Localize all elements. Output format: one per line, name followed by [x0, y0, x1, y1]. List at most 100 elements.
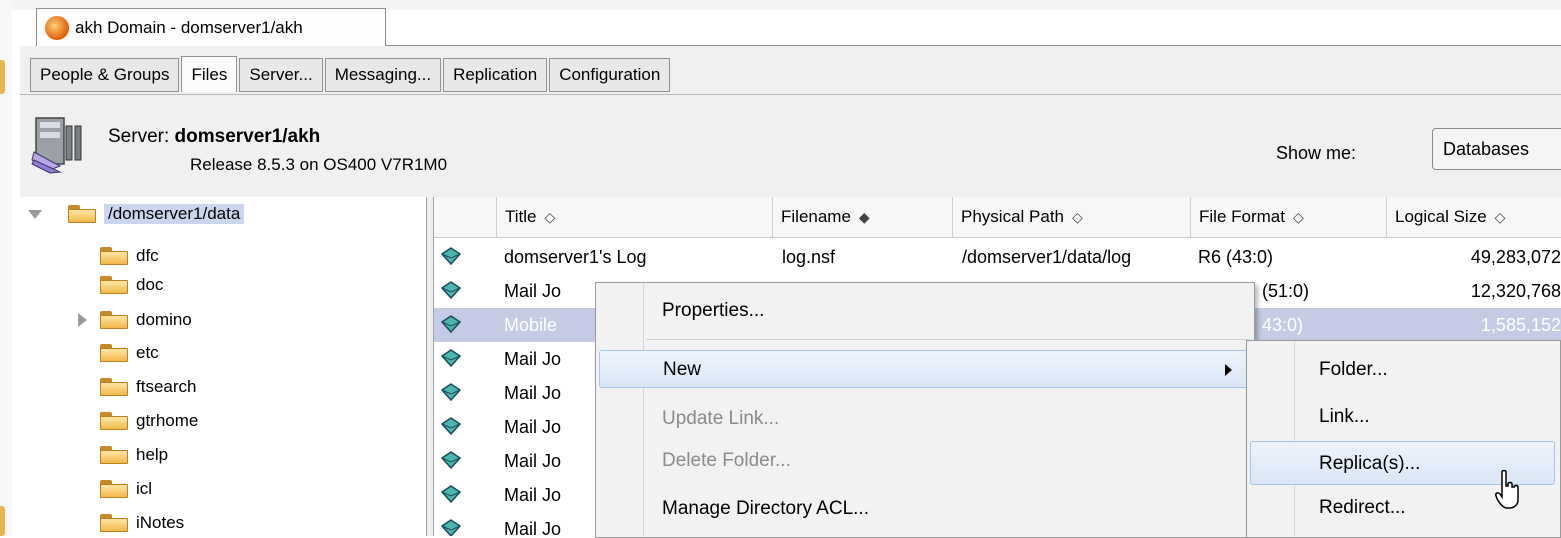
cell-title: Mail Jo	[504, 348, 562, 369]
tree-item[interactable]: etc	[100, 338, 159, 368]
database-icon	[440, 315, 462, 334]
menu-item-label: New	[663, 359, 702, 380]
tab-people-groups[interactable]: People & Groups	[30, 58, 180, 92]
folder-icon	[100, 480, 128, 498]
cell-size: 1,585,152	[1480, 314, 1561, 335]
folder-icon	[100, 514, 128, 532]
tree-item[interactable]: ftsearch	[100, 372, 196, 402]
menu-item-label: Folder...	[1319, 359, 1388, 380]
column-header-path[interactable]: Physical Path ◇	[952, 197, 1190, 237]
tree-item-label: dfc	[136, 246, 159, 265]
tree-item[interactable]: icl	[100, 474, 152, 504]
cell-format: 43:0)	[1262, 314, 1304, 335]
tree-root-label: /domserver1/data	[104, 204, 245, 224]
tab-label: Files	[191, 64, 228, 84]
edge-tab-marker	[0, 60, 5, 94]
database-icon	[440, 349, 462, 368]
window-tab[interactable]: akh Domain - domserver1/akh	[36, 8, 386, 46]
sort-icon: ◇	[544, 208, 556, 225]
tree-item[interactable]: gtrhome	[100, 406, 198, 436]
tab-replication[interactable]: Replication	[443, 58, 548, 92]
cell-format: (51:0)	[1262, 280, 1310, 301]
cell-title: Mail Jo	[504, 450, 562, 471]
tab-server[interactable]: Server...	[239, 58, 323, 92]
cell-title: Mobile	[504, 314, 558, 335]
cell-title: Mail Jo	[504, 416, 562, 437]
sort-icon: ◇	[1072, 208, 1083, 225]
tab-label: People & Groups	[40, 65, 170, 84]
domino-logo-icon	[45, 15, 69, 40]
pane-splitter[interactable]	[426, 197, 434, 536]
submenu-item-link[interactable]: Link...	[1247, 395, 1558, 439]
sort-icon: ◆	[858, 208, 870, 225]
server-prefix: Server:	[108, 126, 175, 147]
cell-format: R6 (43:0)	[1198, 246, 1274, 267]
menu-separator	[646, 339, 1249, 340]
database-icon	[440, 485, 462, 504]
menu-item-label: Delete Folder...	[662, 450, 791, 471]
column-label: Logical Size	[1395, 207, 1487, 226]
tab-messaging[interactable]: Messaging...	[324, 58, 442, 92]
database-icon	[440, 383, 462, 402]
tab-configuration[interactable]: Configuration	[549, 58, 671, 92]
database-icon	[440, 281, 462, 300]
column-header-format[interactable]: File Format ◇	[1190, 197, 1386, 237]
folder-icon	[100, 378, 128, 396]
menu-item-new[interactable]: New	[599, 350, 1249, 388]
tree-item[interactable]: doc	[100, 270, 163, 300]
server-name-bold: domserver1/akh	[174, 126, 321, 147]
main-tabs: People & Groups Files Server... Messagin…	[30, 56, 672, 92]
expand-arrow-icon[interactable]	[28, 210, 42, 219]
menu-item-label: Link...	[1319, 406, 1370, 427]
column-header-filename[interactable]: Filename ◆	[772, 197, 952, 237]
tree-item[interactable]: help	[100, 440, 168, 470]
menu-item-label: Replica(s)...	[1319, 453, 1421, 474]
column-label: File Format	[1199, 207, 1285, 226]
tab-files[interactable]: Files	[181, 56, 238, 92]
menu-item-manage-acl[interactable]: Manage Directory ACL...	[596, 490, 1252, 528]
cell-title: Mail Jo	[504, 484, 562, 505]
database-icon	[440, 417, 462, 436]
menu-item-label: Manage Directory ACL...	[662, 498, 869, 519]
menu-item-label: Properties...	[662, 300, 765, 321]
tree-item-label: iNotes	[136, 513, 185, 532]
menu-item-label: Update Link...	[662, 408, 780, 429]
tab-label: Replication	[453, 65, 538, 84]
tree-item-label: domino	[136, 310, 192, 329]
menu-item-update-link: Update Link...	[596, 400, 1252, 438]
show-me-value: Databases	[1443, 138, 1530, 159]
column-header-size[interactable]: Logical Size ◇	[1386, 197, 1561, 237]
tree-item[interactable]: iNotes	[100, 508, 184, 538]
menu-item-properties[interactable]: Properties...	[596, 292, 1252, 330]
tree-item-label: ftsearch	[136, 377, 197, 396]
sort-icon: ◇	[1292, 208, 1304, 225]
tree-root[interactable]: /domserver1/data	[24, 199, 245, 229]
folder-icon	[100, 446, 128, 464]
cell-size: 49,283,072	[1470, 246, 1561, 267]
tree-item[interactable]: domino	[100, 305, 192, 335]
submenu-item-folder[interactable]: Folder...	[1247, 348, 1558, 392]
table-row[interactable]: domserver1's Log log.nsf /domserver1/dat…	[434, 240, 1561, 274]
show-me-label: Show me:	[1276, 143, 1357, 163]
expand-arrow-icon[interactable]	[78, 313, 87, 327]
tree-item-label: icl	[136, 479, 153, 498]
column-header-title[interactable]: Title ◇	[496, 197, 772, 237]
tab-label: Server...	[249, 65, 313, 84]
database-icon	[440, 519, 462, 536]
menu-item-delete-folder: Delete Folder...	[596, 442, 1252, 480]
server-icon	[31, 117, 82, 174]
tree-item[interactable]: dfc	[100, 241, 159, 271]
edge-tab-marker	[0, 506, 5, 536]
column-label: Title	[505, 207, 537, 226]
server-release: Release 8.5.3 on OS400 V7R1M0	[190, 155, 448, 174]
submenu-arrow-icon	[1225, 364, 1232, 376]
folder-icon	[100, 247, 128, 265]
folder-tree: /domserver1/data dfc doc domino etc ftse…	[20, 197, 427, 536]
tree-item-label: doc	[136, 275, 164, 294]
show-me-dropdown[interactable]: Databases	[1432, 128, 1561, 170]
database-icon	[440, 247, 462, 266]
tree-item-label: etc	[136, 343, 159, 362]
cell-title: Mail Jo	[504, 518, 562, 537]
column-label: Filename	[781, 207, 851, 226]
cell-title: Mail Jo	[504, 382, 562, 403]
